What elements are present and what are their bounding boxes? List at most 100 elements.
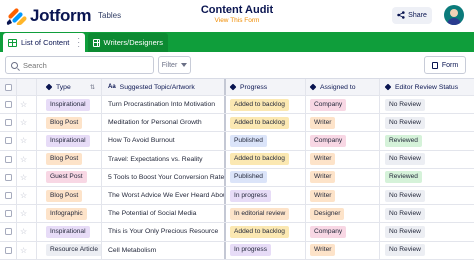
table-row[interactable]: 1InspirationalTurn Procrastination Into … — [0, 96, 474, 115]
select-all-checkbox[interactable] — [4, 83, 12, 91]
filter-button[interactable]: Filter — [158, 56, 191, 74]
review-cell[interactable]: No Review — [380, 242, 474, 259]
row-checkbox[interactable] — [4, 155, 12, 163]
topic-cell[interactable]: The Potential of Social Media — [102, 205, 226, 223]
type-cell[interactable]: Blog Post — [42, 150, 102, 168]
progress-cell[interactable]: In progress — [226, 241, 306, 259]
topic-cell[interactable]: Meditation for Personal Growth — [102, 114, 226, 132]
column-header-assigned[interactable]: Assigned to — [306, 79, 380, 95]
progress-cell[interactable]: Added to backlog — [226, 114, 306, 132]
table-row[interactable]: 5Guest Post5 Tools to Boost Your Convers… — [0, 168, 474, 187]
more-vertical-icon[interactable]: · · · — [77, 35, 80, 51]
star-icon[interactable]: ☆ — [20, 173, 27, 182]
sort-icon[interactable]: ⇅ — [90, 84, 95, 91]
progress-cell[interactable]: Added to backlog — [226, 96, 306, 114]
assigned-cell[interactable]: Writer — [306, 114, 380, 132]
share-button[interactable]: Share — [392, 7, 432, 24]
row-select-cell[interactable] — [0, 168, 17, 186]
review-cell[interactable]: No Review — [380, 151, 474, 168]
assigned-cell[interactable]: Company — [306, 223, 380, 241]
row-select-cell[interactable] — [0, 223, 17, 241]
type-cell[interactable]: Inspirational — [42, 223, 102, 241]
tab-writers-designers[interactable]: Writers/Designers — [88, 33, 168, 52]
row-checkbox[interactable] — [4, 192, 12, 200]
topic-cell[interactable]: Cell Metabolism — [102, 241, 226, 259]
row-checkbox[interactable] — [4, 101, 12, 109]
star-icon[interactable]: ☆ — [20, 100, 27, 109]
review-cell[interactable]: No Review — [380, 96, 474, 113]
row-select-cell[interactable] — [0, 96, 17, 114]
assigned-cell[interactable]: Company — [306, 96, 380, 114]
type-cell[interactable]: Resource Article — [42, 241, 102, 259]
topic-cell[interactable]: The Worst Advice We Ever Heard About... — [102, 187, 226, 205]
row-checkbox[interactable] — [4, 173, 12, 181]
row-checkbox[interactable] — [4, 119, 12, 127]
type-cell[interactable]: Infographic — [42, 205, 102, 223]
table-row[interactable]: 8InspirationalThis is Your Only Precious… — [0, 223, 474, 242]
topic-cell[interactable]: 5 Tools to Boost Your Conversion Rate — [102, 168, 226, 186]
row-checkbox[interactable] — [4, 210, 12, 218]
topic-text: Travel: Expectations vs. Reality — [108, 155, 203, 163]
review-cell[interactable]: No Review — [380, 223, 474, 240]
table-row[interactable]: 9Resource ArticleCell MetabolismIn progr… — [0, 241, 474, 260]
review-cell[interactable]: Reviewed — [380, 169, 474, 186]
review-cell[interactable]: Reviewed — [380, 132, 474, 149]
type-cell[interactable]: Inspirational — [42, 96, 102, 114]
star-icon[interactable]: ☆ — [20, 136, 27, 145]
review-cell[interactable]: No Review — [380, 187, 474, 204]
type-cell[interactable]: Guest Post — [42, 168, 102, 186]
column-header-topic[interactable]: Aa Suggested Topic/Artwork — [102, 79, 226, 95]
review-cell[interactable]: No Review — [380, 114, 474, 131]
tab-list-of-content[interactable]: List of Content · · · — [3, 33, 85, 52]
search-input[interactable] — [23, 60, 143, 70]
row-select-cell[interactable] — [0, 205, 17, 223]
assigned-cell[interactable]: Writer — [306, 187, 380, 205]
star-icon[interactable]: ☆ — [20, 246, 27, 255]
progress-cell[interactable]: Added to backlog — [226, 150, 306, 168]
row-select-cell[interactable] — [0, 132, 17, 150]
search-box[interactable] — [5, 56, 154, 74]
assigned-cell[interactable]: Writer — [306, 241, 380, 259]
star-icon[interactable]: ☆ — [20, 209, 27, 218]
type-cell[interactable]: Blog Post — [42, 114, 102, 132]
row-select-cell[interactable] — [0, 114, 17, 132]
table-row[interactable]: 3InspirationalHow To Avoid BurnoutPublis… — [0, 132, 474, 151]
progress-cell[interactable]: In progress — [226, 187, 306, 205]
type-cell[interactable]: Inspirational — [42, 132, 102, 150]
table-row[interactable]: 2Blog PostMeditation for Personal Growth… — [0, 114, 474, 133]
user-avatar[interactable] — [444, 5, 464, 25]
row-select-cell[interactable] — [0, 150, 17, 168]
row-select-cell[interactable] — [0, 241, 17, 259]
assigned-cell[interactable]: Writer — [306, 150, 380, 168]
progress-cell[interactable]: Added to backlog — [226, 223, 306, 241]
select-all-cell[interactable] — [0, 79, 17, 95]
star-icon[interactable]: ☆ — [20, 191, 27, 200]
table-row[interactable]: 6Blog PostThe Worst Advice We Ever Heard… — [0, 187, 474, 206]
review-cell[interactable]: No Review — [380, 205, 474, 222]
type-cell[interactable]: Blog Post — [42, 187, 102, 205]
column-header-type[interactable]: Type ⇅ — [42, 79, 102, 95]
column-header-progress[interactable]: Progress — [226, 79, 306, 95]
topic-cell[interactable]: Turn Procrastination Into Motivation — [102, 96, 226, 114]
star-icon[interactable]: ☆ — [20, 118, 27, 127]
progress-chip: In progress — [230, 244, 271, 257]
row-checkbox[interactable] — [4, 228, 12, 236]
progress-cell[interactable]: Published — [226, 132, 306, 150]
table-row[interactable]: 7InfographicThe Potential of Social Medi… — [0, 205, 474, 224]
assigned-cell[interactable]: Designer — [306, 205, 380, 223]
assigned-cell[interactable]: Company — [306, 132, 380, 150]
assigned-cell[interactable]: Writer — [306, 168, 380, 186]
topic-cell[interactable]: Travel: Expectations vs. Reality — [102, 150, 226, 168]
progress-cell[interactable]: Published — [226, 168, 306, 186]
star-icon[interactable]: ☆ — [20, 227, 27, 236]
form-button[interactable]: Form — [424, 56, 466, 74]
row-checkbox[interactable] — [4, 246, 12, 254]
table-row[interactable]: 4Blog PostTravel: Expectations vs. Reali… — [0, 150, 474, 169]
column-header-review[interactable]: Editor Review Status — [380, 79, 474, 95]
row-select-cell[interactable] — [0, 187, 17, 205]
row-checkbox[interactable] — [4, 137, 12, 145]
topic-cell[interactable]: How To Avoid Burnout — [102, 132, 226, 150]
progress-cell[interactable]: In editorial review — [226, 205, 306, 223]
topic-cell[interactable]: This is Your Only Precious Resource — [102, 223, 226, 241]
star-icon[interactable]: ☆ — [20, 155, 27, 164]
